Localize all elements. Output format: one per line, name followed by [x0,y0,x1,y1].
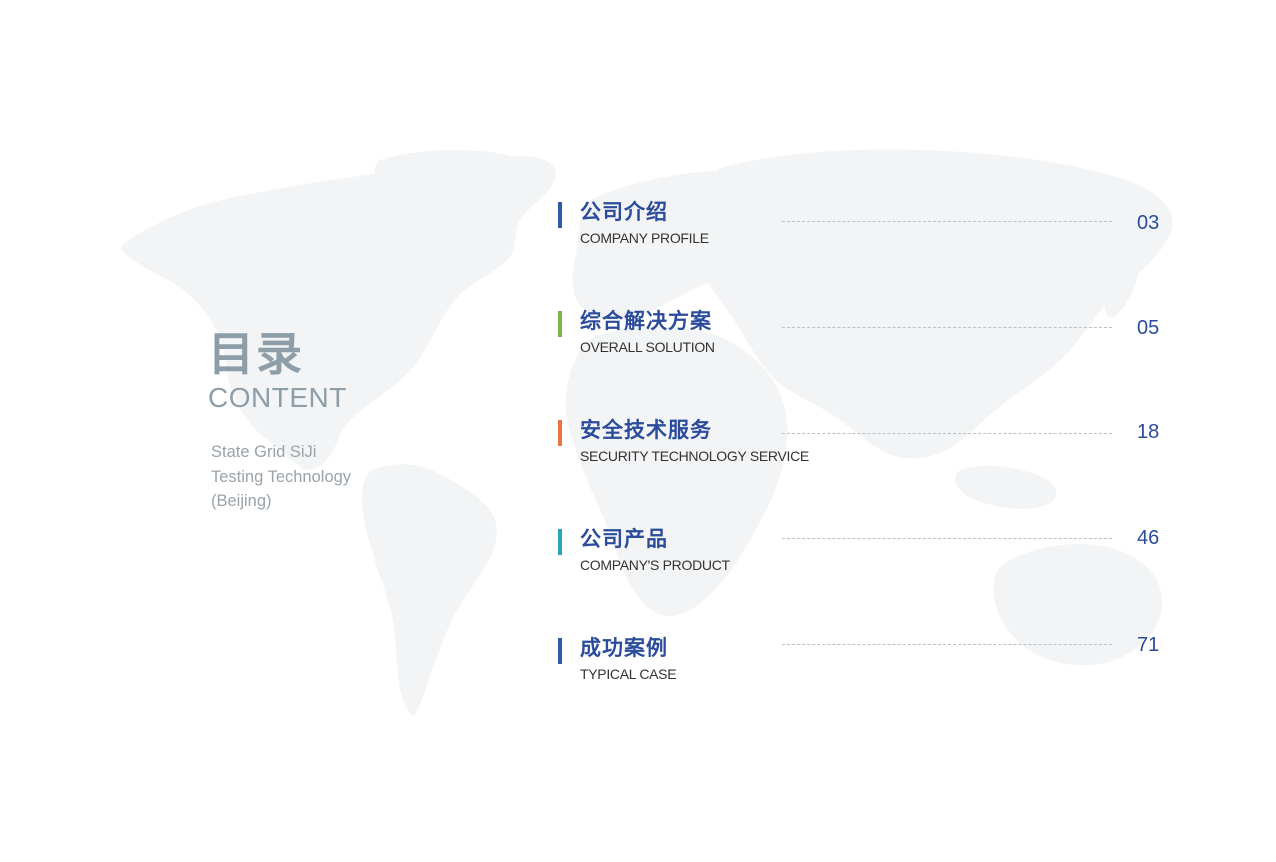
toc-page-number: 18 [1137,421,1160,443]
toc-accent-bar [558,420,562,446]
toc-item-typical-case[interactable]: 成功案例 TYPICAL CASE 71 [558,634,1178,696]
toc-page-number: 71 [1137,634,1160,656]
toc-accent-bar [558,202,562,228]
toc-page-number: 03 [1137,212,1160,234]
toc-title-en: COMPANY'S PRODUCT [580,557,730,573]
toc-accent-bar [558,638,562,664]
toc-title-en: OVERALL SOLUTION [580,339,715,355]
toc-title-en: COMPANY PROFILE [580,230,709,246]
toc-item-overall-solution[interactable]: 综合解决方案 OVERALL SOLUTION 05 [558,309,1178,369]
toc-leader-line [782,221,1112,222]
company-name: State Grid SiJi Testing Technology (Beij… [211,440,351,514]
toc-item-company-product[interactable]: 公司产品 COMPANY'S PRODUCT 46 [558,527,1178,587]
toc-leader-line [782,327,1112,328]
toc-title-en: TYPICAL CASE [580,666,677,682]
company-name-line: Testing Technology [211,467,352,486]
toc-page-number: 05 [1137,317,1160,339]
toc-page-number: 46 [1137,527,1160,549]
toc-title-cn: 公司介绍 [580,200,668,224]
toc-leader-line [782,538,1112,539]
toc-title-cn: 成功案例 [580,636,668,660]
contents-title-en: CONTENT [208,382,347,413]
toc-leader-line [782,644,1112,645]
toc-title-cn: 公司产品 [580,527,668,551]
contents-title-cn: 目录 [208,327,304,381]
toc-accent-bar [558,529,562,555]
company-name-line: (Beijing) [211,492,272,510]
toc-title-cn: 安全技术服务 [580,418,712,442]
toc-leader-line [782,433,1112,434]
toc-item-security-technology-service[interactable]: 安全技术服务 SECURITY TECHNOLOGY SERVICE 18 [558,418,1178,478]
toc-title-cn: 综合解决方案 [580,309,712,333]
toc-item-company-profile[interactable]: 公司介绍 COMPANY PROFILE 03 [558,200,1178,260]
toc-accent-bar [558,311,562,337]
company-name-line: State Grid SiJi [211,443,317,461]
toc-title-en: SECURITY TECHNOLOGY SERVICE [580,448,809,464]
contents-heading: 目录 CONTENT [208,326,347,414]
